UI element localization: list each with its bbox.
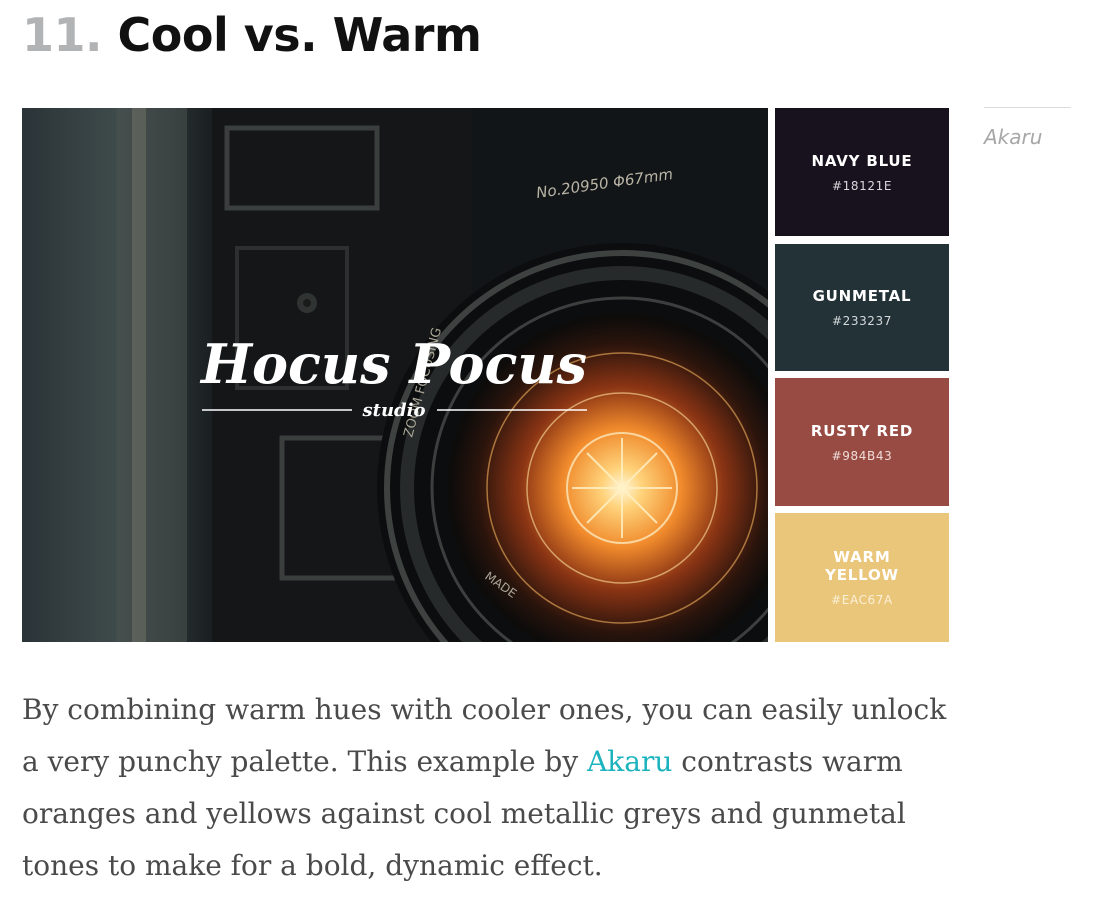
swatch-gunmetal: GUNMETAL #233237 [775,244,949,371]
caption-divider [984,107,1071,108]
body-paragraph: By combining warm hues with cooler ones,… [22,684,962,892]
section-number: 11. [22,8,103,62]
camera-lens-illustration: No.20950 Φ67mm ZOOM FOCUSING MADE Hocus … [22,108,768,642]
swatch-hex: #984B43 [831,448,893,463]
hocus-pocus-photo: No.20950 Φ67mm ZOOM FOCUSING MADE Hocus … [22,108,768,642]
logo-wordmark: Hocus Pocus [199,332,587,396]
swatch-name: WARM YELLOW [825,548,899,584]
swatch-name: RUSTY RED [810,421,914,440]
swatch-navy-blue: NAVY BLUE #18121E [775,108,949,236]
swatch-hex: #233237 [831,314,893,328]
swatch-name: NAVY BLUE [811,151,913,170]
logo-subtext: studio [362,400,426,421]
swatch-hex: #EAC67A [831,593,893,607]
swatch-rusty-red: RUSTY RED #984B43 [775,378,949,506]
akaru-link[interactable]: Akaru [587,745,672,778]
swatch-name: GUNMETAL [812,287,912,305]
section-heading: 11. Cool vs. Warm [22,6,482,64]
section-title: Cool vs. Warm [117,8,482,62]
swatch-hex: #18121E [831,178,892,193]
palette-figure: No.20950 Φ67mm ZOOM FOCUSING MADE Hocus … [22,108,949,642]
swatch-warm-yellow: WARM YELLOW #EAC67A [775,513,949,642]
image-caption: Akaru [984,125,1043,149]
